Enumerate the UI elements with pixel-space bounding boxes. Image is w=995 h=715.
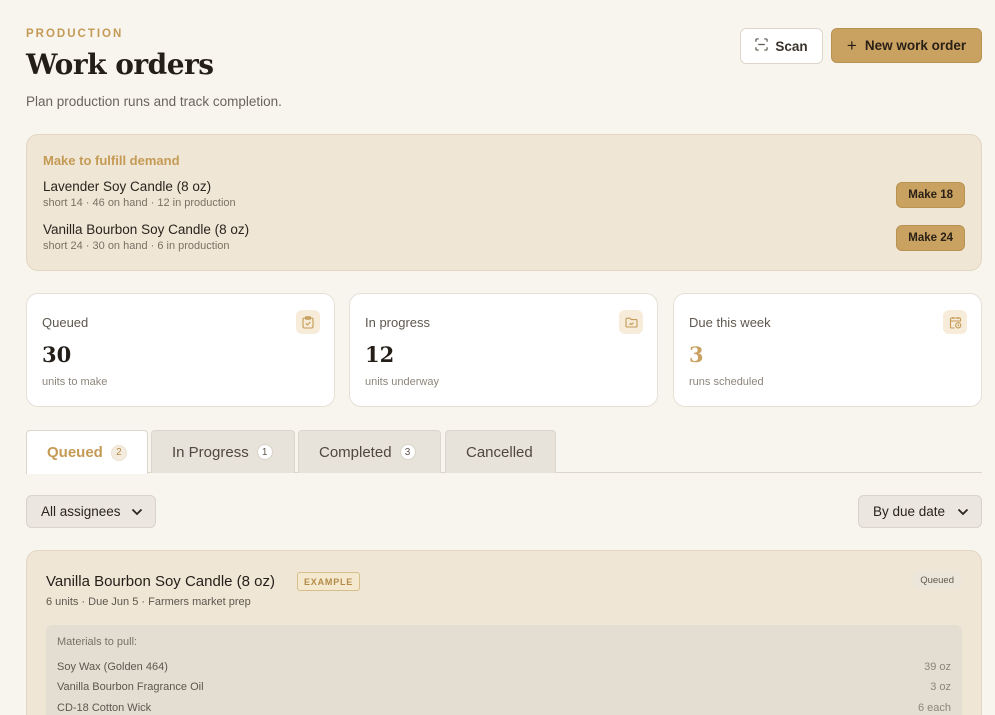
tab-label: In Progress	[172, 443, 249, 461]
new-work-order-button[interactable]: + New work order	[831, 28, 982, 63]
page-title: Work orders	[26, 48, 214, 81]
tab-count-badge: 2	[110, 444, 127, 461]
tab-cancelled[interactable]: Cancelled	[445, 430, 556, 473]
example-tag: EXAMPLE	[297, 572, 361, 591]
scan-icon	[755, 38, 769, 54]
material-row: CD-18 Cotton Wick 6 each	[57, 702, 951, 715]
material-row: Soy Wax (Golden 464) 39 oz	[57, 661, 951, 677]
make-button[interactable]: Make 18	[896, 182, 965, 208]
calendar-clock-icon	[943, 310, 967, 334]
sort-select[interactable]: By due date	[858, 495, 982, 528]
material-qty: 6 each	[917, 702, 951, 714]
tab-queued[interactable]: Queued 2	[26, 430, 148, 474]
stat-label: Due this week	[689, 315, 771, 330]
clipboard-check-icon	[296, 310, 320, 334]
page-eyebrow: PRODUCTION	[26, 28, 124, 40]
new-work-order-label: New work order	[864, 38, 967, 53]
demand-item-name: Vanilla Bourbon Soy Candle (8 oz)	[43, 222, 250, 237]
materials-title: Materials to pull:	[57, 636, 138, 648]
stat-label: In progress	[365, 315, 431, 330]
scan-button[interactable]: Scan	[740, 28, 823, 64]
assignee-select-value: All assignees	[41, 504, 121, 519]
plus-icon: +	[846, 36, 857, 55]
stat-value: 30	[42, 342, 72, 367]
make-button[interactable]: Make 24	[896, 225, 965, 251]
assignee-select[interactable]: All assignees	[26, 495, 156, 528]
stat-sub: units underway	[365, 376, 439, 388]
demand-item-meta: short 24 · 30 on hand · 6 in production	[43, 240, 230, 252]
stat-sub: runs scheduled	[689, 376, 764, 388]
scan-label: Scan	[775, 38, 808, 54]
chevron-down-icon	[131, 504, 143, 519]
stat-label: Queued	[42, 315, 89, 330]
material-qty: 39 oz	[924, 661, 951, 673]
material-qty: 3 oz	[930, 681, 951, 693]
material-row: Vanilla Bourbon Fragrance Oil 3 oz	[57, 681, 951, 697]
status-badge: Queued	[913, 571, 961, 589]
tab-label: Queued	[47, 444, 103, 461]
work-order-title: Vanilla Bourbon Soy Candle (8 oz)	[46, 573, 276, 590]
material-name: CD-18 Cotton Wick	[57, 702, 152, 714]
stat-sub: units to make	[42, 376, 108, 388]
material-name: Soy Wax (Golden 464)	[57, 661, 168, 673]
stat-card-due-this-week: Due this week 3 runs scheduled	[673, 293, 982, 407]
tab-in-progress[interactable]: In Progress 1	[151, 430, 295, 473]
demand-title: Make to fulfill demand	[43, 153, 180, 168]
page-subtitle: Plan production runs and track completio…	[26, 94, 282, 109]
stat-value: 12	[365, 342, 395, 367]
demand-panel: Make to fulfill demand Lavender Soy Cand…	[26, 134, 982, 271]
stat-card-in-progress: In progress 12 units underway	[349, 293, 658, 407]
material-name: Vanilla Bourbon Fragrance Oil	[57, 681, 204, 693]
demand-item-meta: short 14 · 46 on hand · 12 in production	[43, 197, 236, 209]
tab-count-badge: 3	[399, 444, 416, 460]
tab-completed[interactable]: Completed 3	[298, 430, 441, 473]
demand-item-name: Lavender Soy Candle (8 oz)	[43, 179, 212, 194]
status-tabs: Queued 2 In Progress 1 Completed 3 Cance…	[26, 430, 982, 474]
work-order-card[interactable]: Vanilla Bourbon Soy Candle (8 oz) EXAMPL…	[26, 550, 982, 715]
tab-label: Cancelled	[466, 443, 533, 461]
tab-count-badge: 1	[256, 444, 273, 460]
demand-row: Vanilla Bourbon Soy Candle (8 oz) short …	[43, 222, 965, 256]
work-order-meta: 6 units · Due Jun 5 · Farmers market pre…	[46, 596, 251, 608]
folder-icon	[619, 310, 643, 334]
stat-value: 3	[689, 342, 704, 367]
tab-label: Completed	[319, 443, 392, 461]
demand-row: Lavender Soy Candle (8 oz) short 14 · 46…	[43, 179, 965, 213]
materials-panel: Materials to pull: Soy Wax (Golden 464) …	[46, 625, 962, 715]
sort-select-value: By due date	[873, 504, 946, 519]
chevron-down-icon	[957, 504, 969, 519]
stat-card-queued: Queued 30 units to make	[26, 293, 335, 407]
